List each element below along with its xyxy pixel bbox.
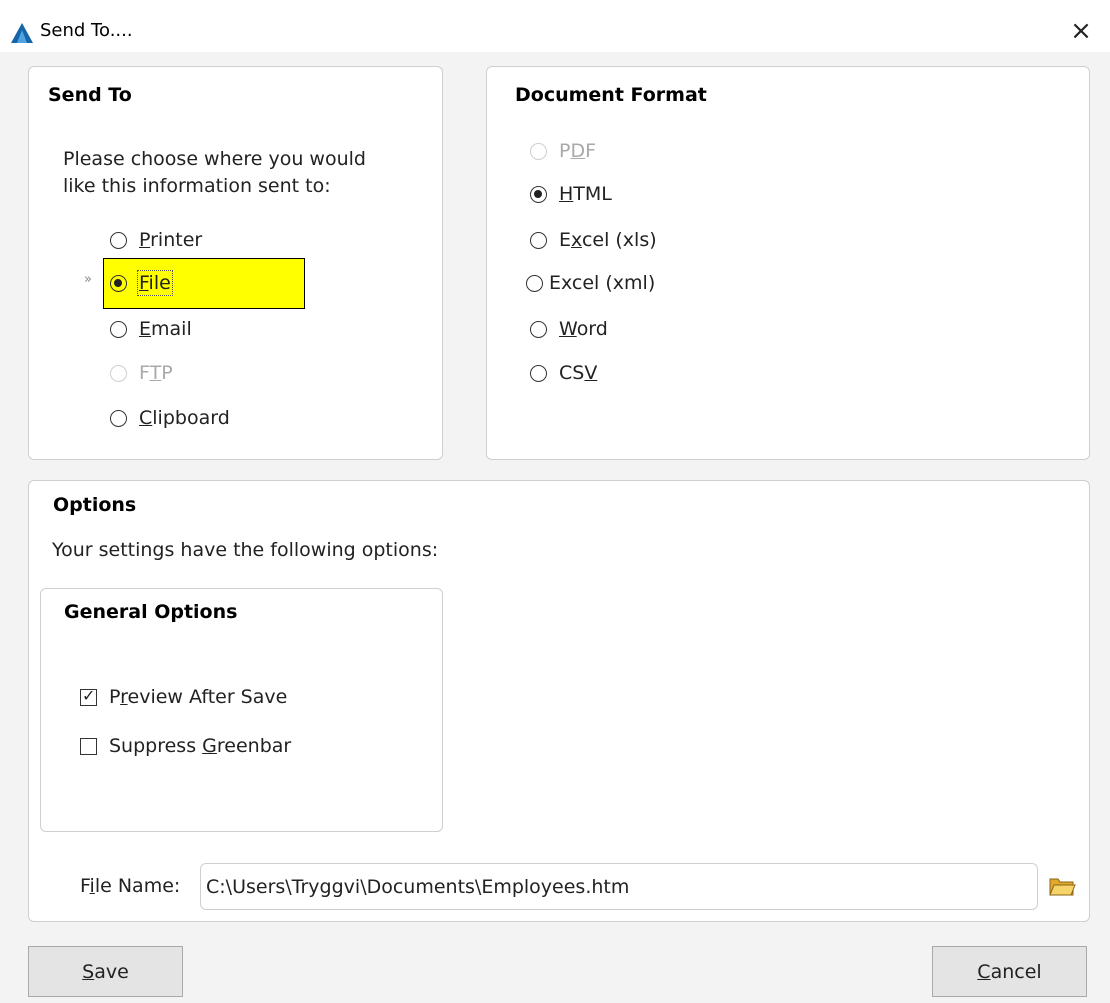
preview-after-save-label: Preview After Save: [109, 686, 288, 708]
radio-excel-xls-label: Excel (xls): [559, 229, 657, 251]
radio-html[interactable]: HTML: [530, 179, 612, 209]
radio-ftp: FTP: [110, 358, 173, 388]
radio-circle[interactable]: [530, 231, 547, 249]
radio-word[interactable]: Word: [530, 314, 608, 344]
suppress-greenbar-label: Suppress Greenbar: [109, 735, 292, 757]
radio-file-label: File: [137, 270, 173, 296]
radio-printer[interactable]: Printer: [110, 225, 202, 255]
radio-html-label: HTML: [559, 183, 612, 205]
file-name-label: File Name:: [80, 875, 181, 897]
checkbox-box[interactable]: [80, 737, 97, 755]
radio-circle-checked[interactable]: [530, 185, 547, 203]
checkmark-icon: ✓: [82, 685, 96, 705]
radio-circle-disabled: [530, 142, 547, 160]
radio-word-label: Word: [559, 318, 608, 340]
radio-excel-xml[interactable]: Excel (xml): [526, 268, 655, 298]
radio-excel-xls[interactable]: Excel (xls): [530, 225, 657, 255]
send-to-title: Send To: [48, 84, 132, 106]
radio-circle[interactable]: [110, 409, 127, 427]
radio-circle[interactable]: [526, 274, 543, 292]
radio-file[interactable]: File: [110, 268, 173, 298]
save-button[interactable]: Save: [28, 946, 183, 997]
radio-pdf-label: PDF: [559, 140, 597, 162]
window-title: Send To....: [40, 20, 133, 41]
send-to-description-line2: like this information sent to:: [63, 175, 331, 197]
radio-printer-label: Printer: [139, 229, 203, 251]
folder-open-icon[interactable]: [1048, 874, 1076, 898]
radio-circle[interactable]: [110, 231, 127, 249]
radio-clipboard-label: Clipboard: [139, 407, 230, 429]
radio-csv-label: CSV: [559, 362, 598, 384]
radio-excel-xml-label: Excel (xml): [549, 272, 656, 294]
close-icon[interactable]: ×: [1066, 16, 1096, 46]
radio-circle[interactable]: [530, 364, 547, 382]
radio-circle[interactable]: [110, 320, 127, 338]
radio-email-label: Email: [139, 318, 192, 340]
file-name-input[interactable]: [200, 863, 1038, 910]
radio-circle-checked[interactable]: [110, 274, 127, 292]
radio-circle-disabled: [110, 364, 127, 382]
suppress-greenbar-checkbox[interactable]: Suppress Greenbar: [80, 731, 291, 761]
radio-csv[interactable]: CSV: [530, 358, 597, 388]
send-to-description-line1: Please choose where you would: [63, 148, 366, 170]
title-bar: Send To.... ×: [0, 0, 1110, 52]
cancel-button[interactable]: Cancel: [932, 946, 1087, 997]
options-title: Options: [53, 494, 137, 516]
radio-clipboard[interactable]: Clipboard: [110, 403, 230, 433]
radio-ftp-label: FTP: [139, 362, 173, 384]
pointer-indicator: »: [84, 272, 92, 287]
preview-after-save-checkbox[interactable]: ✓ Preview After Save: [80, 682, 287, 712]
radio-circle[interactable]: [530, 320, 547, 338]
radio-pdf: PDF: [530, 136, 596, 166]
radio-email[interactable]: Email: [110, 314, 192, 344]
document-format-panel: [486, 66, 1090, 460]
checkbox-box-checked[interactable]: ✓: [80, 686, 97, 706]
general-options-title: General Options: [64, 601, 238, 623]
document-format-title: Document Format: [515, 84, 707, 106]
options-description: Your settings have the following options…: [52, 539, 439, 561]
app-logo-icon: [11, 23, 33, 43]
